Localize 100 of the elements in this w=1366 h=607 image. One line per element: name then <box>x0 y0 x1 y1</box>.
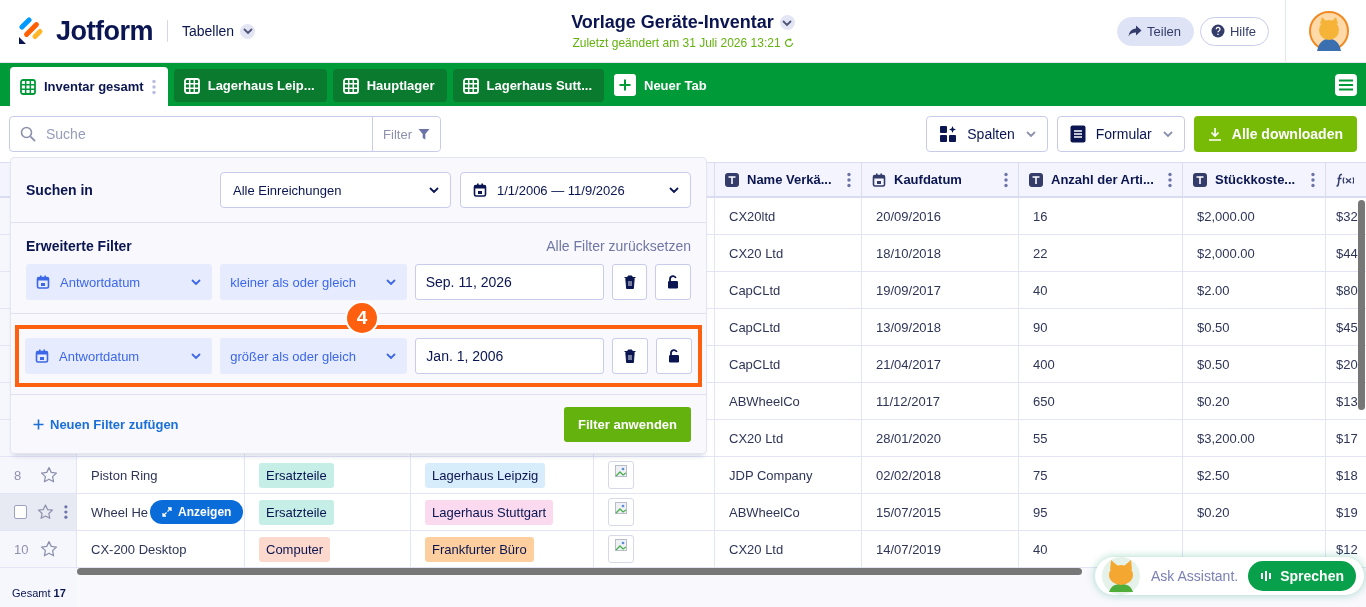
menu-button[interactable] <box>1335 74 1357 96</box>
calendar-icon <box>35 349 49 363</box>
table-cell: $0.50 <box>1197 319 1230 335</box>
table-cell: 18/10/2018 <box>876 245 942 261</box>
star-icon[interactable] <box>40 540 58 558</box>
more-icon[interactable] <box>1168 171 1172 188</box>
add-filter-button[interactable]: Neuen Filter zufügen <box>33 416 179 432</box>
table-cell: CX20 Ltd <box>729 430 784 446</box>
table-cell: 28/01/2020 <box>876 430 942 446</box>
help-button[interactable]: Hilfe <box>1200 16 1269 46</box>
download-icon <box>1207 127 1222 141</box>
search-field[interactable]: Suche <box>44 125 244 143</box>
table-cell: $0.50 <box>1197 356 1230 372</box>
table-cell: 19/09/2017 <box>876 282 942 298</box>
unlock-button[interactable] <box>656 338 692 374</box>
column-header[interactable]: Name Verkä... <box>747 172 839 187</box>
table-cell: $17 <box>1336 430 1358 446</box>
tab[interactable]: Inventar gesamt <box>10 67 168 106</box>
more-icon[interactable] <box>64 504 68 520</box>
widgets-icon <box>939 125 958 143</box>
vertical-scrollbar[interactable] <box>1358 200 1365 410</box>
table-icon <box>342 77 359 94</box>
horizontal-scrollbar[interactable] <box>77 568 1082 575</box>
operator-dropdown[interactable]: größer als oder gleich <box>220 338 408 374</box>
unlock-button[interactable] <box>655 264 691 300</box>
table-cell: ABWheelCo <box>729 393 800 409</box>
columns-button[interactable]: Spalten <box>926 116 1048 152</box>
help-icon <box>1211 24 1225 38</box>
search-icon <box>20 126 36 142</box>
table-cell: $2.50 <box>1197 467 1230 483</box>
filter-button[interactable]: Filter <box>372 117 440 151</box>
date-range-dropdown[interactable]: 1/1/2006 — 11/9/2026 <box>460 172 691 208</box>
table-cell: $2,000.00 <box>1197 208 1255 224</box>
tab[interactable]: Lagerhaus Sutt... <box>452 69 604 102</box>
avatar-icon[interactable] <box>1309 11 1349 51</box>
tab[interactable]: Lagerhaus Leip... <box>173 69 327 102</box>
table-cell: 02/02/2018 <box>876 467 942 483</box>
formula-icon <box>1336 172 1354 187</box>
more-icon[interactable] <box>1004 171 1008 188</box>
trash-icon <box>623 275 636 289</box>
filter-icon <box>418 128 430 140</box>
table-cell: $0.20 <box>1197 504 1230 520</box>
row-number: 10 <box>14 541 30 557</box>
unlock-icon <box>667 275 680 289</box>
column-header[interactable]: Anzahl der Arti... <box>1051 172 1160 187</box>
table-icon <box>462 77 479 94</box>
table-cell: $19 <box>1336 504 1358 520</box>
row-checkbox[interactable] <box>14 505 28 519</box>
table-cell: Piston Ring <box>91 467 158 483</box>
share-icon <box>1128 25 1142 37</box>
table-cell: $45 <box>1336 319 1358 335</box>
reset-link[interactable]: Alle Filter zurücksetzen <box>546 238 691 254</box>
field-dropdown[interactable]: Antwortdatum <box>25 338 213 374</box>
scope-dropdown[interactable]: Alle Einreichungen <box>220 172 451 208</box>
more-icon[interactable] <box>1311 171 1315 188</box>
table-cell: 16 <box>1033 208 1048 224</box>
value-field[interactable]: Jan. 1, 2006 <box>415 338 605 374</box>
table-cell: 13/09/2018 <box>876 319 942 335</box>
value-field[interactable]: Sep. 11, 2026 <box>414 264 604 300</box>
share-button[interactable]: Teilen <box>1117 16 1194 46</box>
table-cell: CX20 Ltd <box>729 245 784 261</box>
open-button[interactable]: Anzeigen <box>150 500 244 524</box>
table-cell: 14/07/2019 <box>876 541 942 557</box>
table-cell: $0.20 <box>1197 393 1230 409</box>
plus-icon <box>614 74 636 96</box>
table-cell: CX20 Ltd <box>729 541 784 557</box>
search-in-label: Suchen in <box>26 182 94 198</box>
table-cell: CapCLtd <box>729 319 781 335</box>
section-dropdown[interactable]: Tabellen <box>182 23 256 39</box>
table-cell: $80 <box>1336 282 1358 298</box>
table-cell: 40 <box>1033 282 1048 298</box>
title-dropdown[interactable] <box>779 15 795 30</box>
logo-text: Jotform <box>56 15 153 47</box>
row-number: 8 <box>14 467 23 483</box>
operator-dropdown[interactable]: kleiner als oder gleich <box>220 264 407 300</box>
sound-wave-icon <box>1260 570 1273 582</box>
assistant-prompt[interactable]: Ask Assistant. <box>1151 568 1239 584</box>
table-cell: ABWheelCo <box>729 504 800 520</box>
form-button[interactable]: Formular <box>1056 116 1185 152</box>
expand-icon <box>162 507 173 517</box>
table-cell: $20 <box>1336 356 1358 372</box>
star-icon[interactable] <box>37 503 55 521</box>
delete-button[interactable] <box>612 338 649 374</box>
more-icon[interactable] <box>847 171 851 188</box>
tab[interactable]: Hauptlager <box>332 69 447 102</box>
column-header[interactable]: Kaufdatum <box>894 172 996 187</box>
tag: Ersatzteile <box>259 462 334 488</box>
field-dropdown[interactable]: Antwortdatum <box>26 264 213 300</box>
table-cell: $13 <box>1336 393 1358 409</box>
advanced-filters-label: Erweiterte Filter <box>26 238 132 254</box>
talk-button[interactable]: Sprechen <box>1248 561 1356 591</box>
table-cell: $18 <box>1336 467 1358 483</box>
delete-button[interactable] <box>611 264 648 300</box>
new-tab-button[interactable]: Neuer Tab <box>614 74 707 96</box>
table-cell: $44 <box>1336 245 1358 261</box>
star-icon[interactable] <box>40 466 58 484</box>
table-cell: 15/07/2015 <box>876 504 942 520</box>
table-cell: Wheel He <box>91 504 149 520</box>
column-header[interactable]: Stückkoste... <box>1215 172 1303 187</box>
broken-image-icon <box>608 535 634 563</box>
